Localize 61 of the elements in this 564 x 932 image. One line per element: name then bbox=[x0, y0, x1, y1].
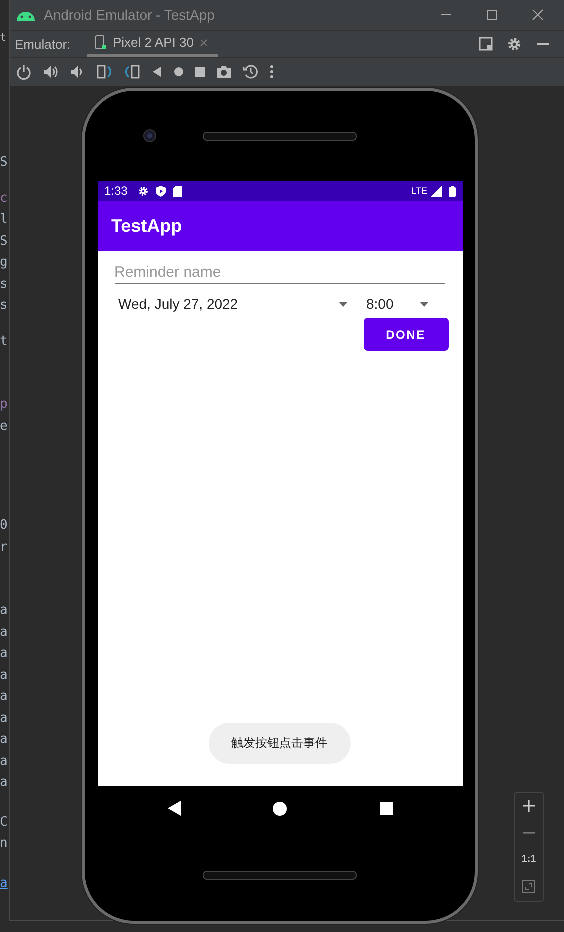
code-fragment: c bbox=[0, 190, 8, 208]
rotate-left-icon[interactable] bbox=[97, 64, 113, 80]
window-title: Android Emulator - TestApp bbox=[44, 7, 215, 23]
power-icon[interactable] bbox=[16, 64, 32, 80]
maximize-icon[interactable] bbox=[486, 9, 498, 21]
shield-play-icon bbox=[156, 186, 166, 196]
actual-size-button[interactable]: 1:1 bbox=[522, 854, 536, 865]
done-button[interactable]: DONE bbox=[364, 318, 448, 351]
code-fragment: n bbox=[0, 835, 8, 853]
window-mode-icon[interactable] bbox=[479, 37, 493, 51]
home-icon[interactable] bbox=[273, 802, 287, 816]
fit-screen-icon[interactable] bbox=[522, 880, 536, 894]
code-fragment: s bbox=[0, 276, 8, 294]
code-fragment: a bbox=[0, 624, 8, 642]
status-time: 1:33 bbox=[104, 184, 128, 198]
code-fragment: a bbox=[0, 645, 8, 663]
code-fragment: S bbox=[0, 232, 8, 250]
code-fragment: C bbox=[0, 814, 8, 832]
toast-message: 触发按钮点击事件 bbox=[208, 723, 350, 764]
code-fragment: a bbox=[0, 874, 8, 892]
code-fragment: p bbox=[0, 396, 8, 414]
code-fragment: t bbox=[0, 30, 7, 46]
code-fragment: a bbox=[0, 666, 8, 684]
code-fragment: 0 bbox=[0, 517, 8, 535]
code-fragment: r bbox=[0, 538, 8, 556]
zoom-in-icon[interactable] bbox=[523, 800, 535, 812]
back-icon[interactable] bbox=[168, 801, 180, 816]
dropdown-arrow-icon bbox=[338, 302, 348, 306]
volume-up-icon[interactable] bbox=[43, 64, 59, 80]
emulator-label: Emulator: bbox=[14, 36, 72, 52]
close-icon[interactable] bbox=[532, 9, 544, 21]
code-fragment: a bbox=[0, 752, 8, 770]
settings-icon[interactable] bbox=[507, 36, 522, 52]
camera-icon[interactable] bbox=[216, 65, 232, 79]
battery-icon bbox=[448, 186, 456, 196]
app-title: TestApp bbox=[112, 216, 182, 236]
phone-icon bbox=[95, 34, 107, 50]
code-fragment: a bbox=[0, 774, 8, 792]
front-camera-icon bbox=[143, 129, 157, 143]
code-fragment: a bbox=[0, 710, 8, 728]
snapshot-icon[interactable] bbox=[243, 64, 259, 80]
android-logo-icon bbox=[16, 9, 36, 21]
signal-icon bbox=[430, 186, 442, 196]
settings-icon bbox=[138, 186, 149, 196]
code-fragment: a bbox=[0, 688, 8, 706]
code-fragment: a bbox=[0, 731, 8, 749]
code-fragment: l bbox=[0, 211, 8, 229]
code-fragment: S bbox=[0, 154, 8, 172]
rotate-right-icon[interactable] bbox=[124, 64, 140, 80]
code-fragment: e bbox=[0, 418, 8, 436]
time-spinner[interactable]: 8:00 bbox=[366, 293, 428, 315]
code-fragment: a bbox=[0, 602, 8, 620]
code-fragment: t bbox=[0, 332, 8, 350]
overview-icon[interactable] bbox=[380, 802, 392, 815]
code-fragment: g bbox=[0, 254, 8, 272]
dropdown-arrow-icon bbox=[420, 302, 428, 306]
date-spinner[interactable]: Wed, July 27, 2022 bbox=[118, 293, 348, 315]
sd-card-icon bbox=[172, 186, 182, 196]
code-fragment: s bbox=[0, 297, 8, 315]
network-type: LTE bbox=[412, 186, 428, 196]
more-icon[interactable] bbox=[270, 65, 274, 79]
